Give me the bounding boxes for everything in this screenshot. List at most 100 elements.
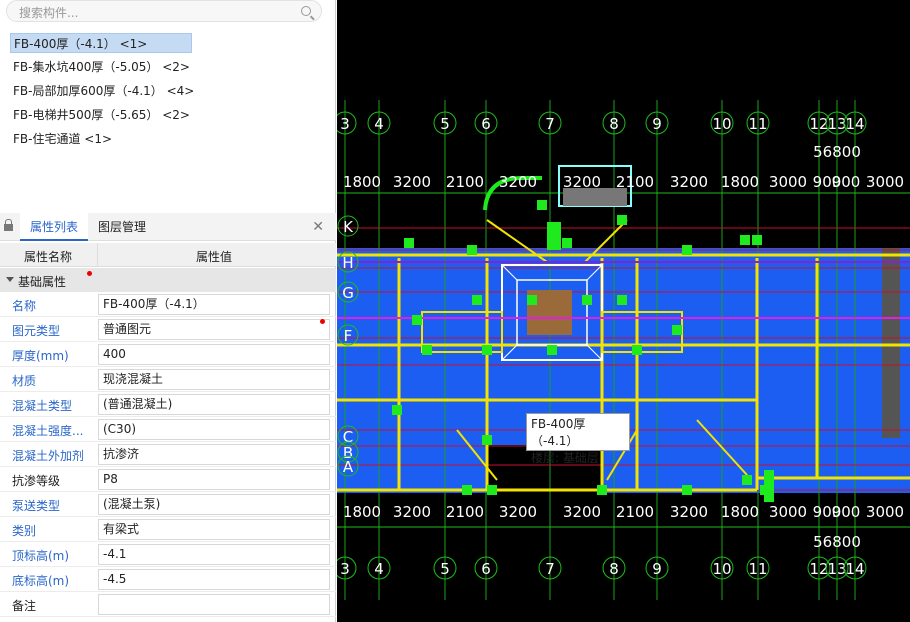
- column-marker: [392, 405, 402, 415]
- column-marker: [682, 245, 692, 255]
- hover-tooltip: FB-400厚（-4.1） 楼层: 基础层: [526, 413, 630, 465]
- list-item[interactable]: FB-400厚（-4.1） <1>: [10, 33, 192, 53]
- axis-label-bottom: 14: [845, 560, 864, 578]
- axis-label-top: 9: [652, 115, 662, 133]
- property-row[interactable]: 抗渗等级 P8: [0, 467, 336, 492]
- property-key: 厚度(mm): [12, 349, 69, 363]
- list-item[interactable]: FB-局部加厚600厚（-4.1） <4>: [10, 81, 194, 101]
- property-value-field[interactable]: [98, 594, 330, 615]
- row-axis-label: A: [343, 458, 354, 476]
- axis-label-top: 4: [374, 115, 384, 133]
- property-value-field[interactable]: 现浇混凝土: [98, 369, 330, 390]
- property-row[interactable]: 混凝土外加剂 抗渗济: [0, 442, 336, 467]
- column-marker: [597, 485, 607, 495]
- cad-canvas[interactable]: 3 3 4 4 5 5 6 6 7 7 8 8 9 9 10 10 11 11 12 12 13 13 14 14 1800 18…: [337, 0, 910, 622]
- column-marker: [462, 485, 472, 495]
- column-marker: [617, 295, 627, 305]
- property-row[interactable]: 材质 现浇混凝土: [0, 367, 336, 392]
- search-input[interactable]: 搜索构件...: [6, 0, 322, 22]
- dimension-label-top: 3200: [563, 173, 601, 191]
- property-rows: 名称 FB-400厚（-4.1） 图元类型 普通图元 厚度(mm) 400 材质 现浇混凝土混…: [0, 292, 336, 617]
- property-row[interactable]: 图元类型 普通图元: [0, 317, 336, 342]
- property-key: 混凝土强度...: [12, 424, 84, 438]
- header-value: 属性值: [196, 250, 233, 264]
- dimension-label-top: 900: [832, 173, 861, 191]
- dimension-label-bottom: 3200: [670, 503, 708, 521]
- axis-label-top: 3: [340, 115, 350, 133]
- property-row[interactable]: 备注: [0, 592, 336, 617]
- search-icon[interactable]: [301, 6, 311, 16]
- property-value-field[interactable]: 有梁式: [98, 519, 330, 540]
- list-item[interactable]: FB-住宅通道 <1>: [10, 129, 192, 149]
- property-row[interactable]: 厚度(mm) 400: [0, 342, 336, 367]
- axis-label-bottom: 6: [481, 560, 491, 578]
- dimension-label-top: 3200: [499, 173, 537, 191]
- drawing[interactable]: 3344556677889910101111121213131414180018…: [337, 0, 910, 622]
- tab-layers[interactable]: 图层管理: [98, 213, 146, 241]
- column-marker: [547, 222, 561, 250]
- property-value-field[interactable]: 400: [98, 344, 330, 365]
- dimension-label-bottom: 3000: [866, 503, 904, 521]
- property-key: 混凝土类型: [12, 399, 73, 413]
- column-marker: [764, 470, 774, 502]
- column-marker: [617, 215, 627, 225]
- row-axis-label: G: [342, 284, 354, 302]
- tooltip-floor: 楼层: 基础层: [531, 451, 599, 465]
- property-row[interactable]: 名称 FB-400厚（-4.1）: [0, 292, 336, 317]
- column-divider: [97, 243, 98, 267]
- tooltip-title: FB-400厚（-4.1）: [531, 417, 586, 448]
- property-key: 底标高(m): [12, 574, 70, 588]
- axis-label-top: 6: [481, 115, 491, 133]
- property-group[interactable]: 基础属性: [0, 268, 336, 292]
- property-value-field[interactable]: FB-400厚（-4.1）: [98, 294, 330, 315]
- property-value-field[interactable]: P8: [98, 469, 330, 490]
- dimension-label-bottom: 2100: [616, 503, 654, 521]
- property-row[interactable]: 顶标高(m) -4.1: [0, 542, 336, 567]
- column-marker: [672, 325, 682, 335]
- axis-label-bottom: 9: [652, 560, 662, 578]
- property-value-field[interactable]: (混凝土泵): [98, 494, 330, 515]
- list-item[interactable]: FB-集水坑400厚（-5.05） <2>: [10, 57, 192, 77]
- collapse-icon[interactable]: [6, 277, 14, 282]
- property-row[interactable]: 底标高(m) -4.5: [0, 567, 336, 592]
- property-row[interactable]: 混凝土强度... (C30): [0, 417, 336, 442]
- dimension-label-top: 1800: [343, 173, 381, 191]
- lock-icon[interactable]: [4, 219, 13, 231]
- column-marker: [482, 435, 492, 445]
- dimension-label-bottom: 900: [832, 503, 861, 521]
- property-row[interactable]: 泵送类型 (混凝土泵): [0, 492, 336, 517]
- column-marker: [482, 345, 492, 355]
- axis-label-top: 8: [609, 115, 619, 133]
- property-row[interactable]: 类别 有梁式: [0, 517, 336, 542]
- property-value-field[interactable]: 普通图元: [98, 319, 330, 340]
- row-axis-label: F: [344, 327, 353, 345]
- slab-core: [882, 248, 900, 438]
- close-icon[interactable]: ✕: [312, 219, 324, 235]
- axis-label-top: 14: [845, 115, 864, 133]
- list-item[interactable]: FB-电梯井500厚（-5.65） <2>: [10, 105, 192, 125]
- column-marker: [740, 235, 750, 245]
- dimension-label-top: 3200: [670, 173, 708, 191]
- dimension-label-top: 3000: [769, 173, 807, 191]
- axis-label-bottom: 10: [712, 560, 731, 578]
- property-value-field[interactable]: -4.5: [98, 569, 330, 590]
- header-name: 属性名称: [24, 250, 73, 264]
- property-key: 混凝土外加剂: [12, 449, 85, 463]
- property-table-header: 属性名称 属性值: [0, 243, 336, 267]
- dimension-label-bottom: 3200: [393, 503, 431, 521]
- axis-label-top: 7: [545, 115, 555, 133]
- axis-label-bottom: 7: [545, 560, 555, 578]
- property-value-field[interactable]: (普通混凝土): [98, 394, 330, 415]
- column-marker: [547, 345, 557, 355]
- property-value-field[interactable]: (C30): [98, 419, 330, 440]
- modified-dot-icon: [87, 271, 92, 276]
- tab-properties[interactable]: 属性列表: [20, 213, 88, 241]
- axis-label-bottom: 5: [440, 560, 450, 578]
- total-dimension-top: 56800: [813, 143, 861, 161]
- dimension-label-top: 2100: [616, 173, 654, 191]
- property-row[interactable]: 混凝土类型 (普通混凝土): [0, 392, 336, 417]
- column-marker: [562, 238, 572, 248]
- column-marker: [582, 295, 592, 305]
- property-value-field[interactable]: 抗渗济: [98, 444, 330, 465]
- property-value-field[interactable]: -4.1: [98, 544, 330, 565]
